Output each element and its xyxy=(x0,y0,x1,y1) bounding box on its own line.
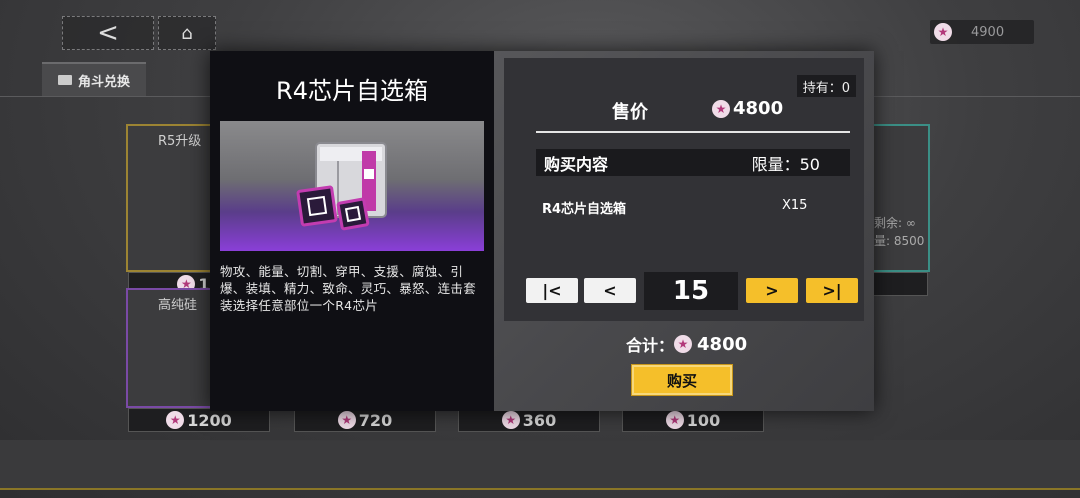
card-remaining: 剩余: ∞ xyxy=(874,216,916,230)
card-price: 100 xyxy=(622,408,764,432)
purchase-limit: 限量：50 xyxy=(751,154,820,174)
chevron-left-icon: < xyxy=(603,281,617,300)
price-value: 4800 xyxy=(712,98,783,119)
owned-count: 持有：0 xyxy=(796,75,856,97)
card-limit: 量: 8500 xyxy=(874,234,925,248)
skip-first-icon: |< xyxy=(542,281,562,300)
total-value: 4800 xyxy=(697,333,748,355)
back-button[interactable]: < xyxy=(62,16,154,50)
gem-icon xyxy=(665,411,684,429)
total-price: 合计： 4800 xyxy=(626,332,747,356)
back-arrow-icon: < xyxy=(97,18,119,48)
card-name: 高纯硅 xyxy=(158,298,198,313)
card-price: 360 xyxy=(458,408,600,432)
gem-icon xyxy=(501,411,520,429)
price-label: 售价 xyxy=(612,102,648,123)
card-price: 1200 xyxy=(128,408,270,432)
tab-label: 角斗兑换 xyxy=(77,74,130,90)
item-description: 物攻、能量、切割、穿甲、支援、腐蚀、引爆、装填、精力、致命、灵巧、暴怒、连击套装… xyxy=(220,264,477,313)
content-item-row: R4芯片自选箱 X15 xyxy=(542,198,842,217)
content-item-name: R4芯片自选箱 xyxy=(542,202,627,217)
quantity-value: 15 xyxy=(644,272,738,310)
item-title: R4芯片自选箱 xyxy=(276,77,428,105)
card-price: 720 xyxy=(294,408,436,432)
currency-display: 4900 xyxy=(930,20,1034,44)
increase-quantity-button[interactable]: > xyxy=(746,278,798,303)
home-icon: ⌂ xyxy=(181,22,193,44)
purchase-dialog: R4芯片自选箱 物攻、能量、切割、穿甲、支援、腐蚀、引爆、装填、精力、致命、灵巧… xyxy=(210,51,874,411)
total-label: 合计： xyxy=(626,336,675,355)
divider xyxy=(536,131,850,133)
home-button[interactable]: ⌂ xyxy=(158,16,216,50)
game-screen: < ⌂ 4900 角斗兑换 R5升级 14 剩余: ∞ 量: 8500 0 高纯… xyxy=(0,0,1080,498)
gem-icon xyxy=(337,411,356,429)
purchase-details: 持有：0 售价 4800 购买内容 限量：50 R4芯片自选箱 X15 |< xyxy=(504,58,864,321)
gem-icon xyxy=(166,411,185,429)
card-name: R5升级 xyxy=(158,134,202,149)
bottom-bar xyxy=(0,440,1080,488)
decrease-quantity-button[interactable]: < xyxy=(584,278,636,303)
chip-box-icon xyxy=(296,142,387,231)
gem-icon xyxy=(712,99,730,118)
content-header-label: 购买内容 xyxy=(544,154,609,174)
chevron-right-icon: > xyxy=(765,281,779,300)
buy-button[interactable]: 购买 xyxy=(631,364,733,396)
item-image xyxy=(220,121,484,251)
content-header: 购买内容 限量：50 xyxy=(536,149,850,176)
content-item-qty: X15 xyxy=(782,198,808,213)
skip-last-icon: >| xyxy=(822,281,842,300)
max-quantity-button[interactable]: >| xyxy=(806,278,858,303)
bottom-accent-line xyxy=(0,488,1080,490)
purchase-panel: 持有：0 售价 4800 购买内容 限量：50 R4芯片自选箱 X15 |< xyxy=(494,51,874,411)
gem-icon xyxy=(674,335,693,353)
min-quantity-button[interactable]: |< xyxy=(526,278,578,303)
tab-arena-exchange[interactable]: 角斗兑换 xyxy=(42,62,146,96)
gem-icon xyxy=(934,23,952,41)
tab-icon xyxy=(57,75,72,85)
item-info-panel: R4芯片自选箱 物攻、能量、切割、穿甲、支援、腐蚀、引爆、装填、精力、致命、灵巧… xyxy=(210,51,494,411)
currency-value: 4900 xyxy=(971,24,1005,40)
